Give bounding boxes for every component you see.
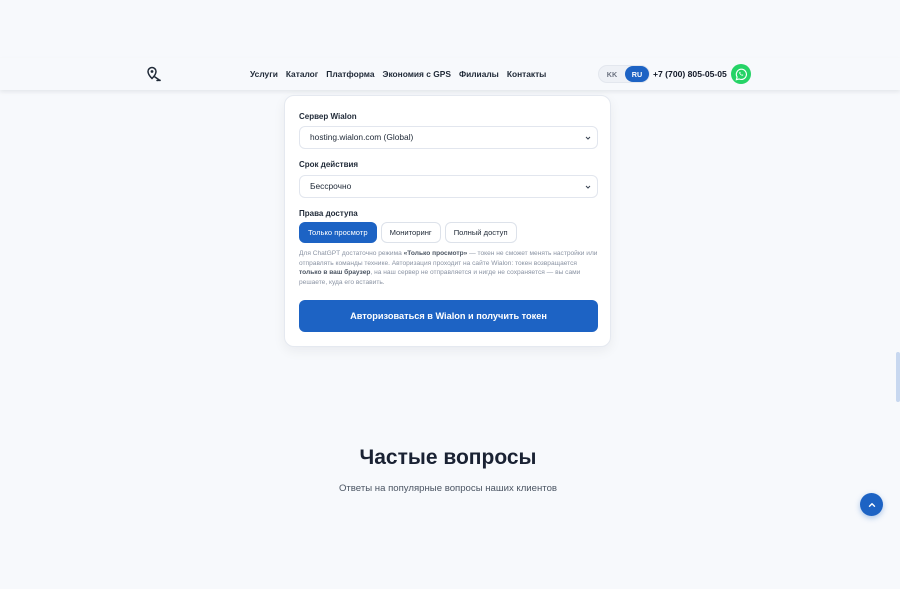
authorize-button[interactable]: Авторизоваться в Wialon и получить токен — [299, 300, 598, 332]
nav-item-catalog[interactable]: Каталог — [282, 69, 322, 79]
main-nav: Услуги Каталог Платформа Экономия с GPS … — [246, 58, 550, 90]
server-select-value: hosting.wialon.com (Global) — [310, 132, 414, 142]
note-bold: «Только просмотр» — [403, 250, 468, 257]
nav-item-contacts[interactable]: Контакты — [503, 69, 551, 79]
rights-view-only-button[interactable]: Только просмотр — [299, 222, 377, 243]
map-pin-icon[interactable] — [146, 66, 164, 82]
nav-item-platform[interactable]: Платформа — [322, 69, 378, 79]
period-select[interactable]: Бессрочно — [299, 175, 598, 198]
chevron-down-icon — [585, 185, 591, 189]
token-form-card: Сервер Wialon hosting.wialon.com (Global… — [284, 95, 611, 347]
faq-subtitle: Ответы на популярные вопросы наших клиен… — [338, 483, 558, 494]
period-select-value: Бессрочно — [310, 181, 352, 191]
phone-link[interactable]: +7 (700) 805-05-05 — [653, 58, 727, 90]
chevron-down-icon — [585, 136, 591, 140]
period-label: Срок действия — [299, 160, 359, 169]
nav-item-gps-savings[interactable]: Экономия с GPS — [378, 69, 454, 79]
rights-monitoring-button[interactable]: Мониторинг — [380, 222, 441, 243]
server-label: Сервер Wialon — [299, 112, 357, 121]
faq-title: Частые вопросы — [359, 446, 537, 469]
scroll-to-top-button[interactable] — [860, 493, 883, 516]
server-select[interactable]: hosting.wialon.com (Global) — [299, 126, 598, 149]
nav-item-branches[interactable]: Филиалы — [455, 69, 503, 79]
scrollbar-thumb[interactable] — [896, 352, 900, 402]
note-bold: только в ваш браузер — [299, 269, 371, 277]
nav-item-services[interactable]: Услуги — [246, 69, 282, 79]
language-switcher: KK RU — [598, 65, 650, 83]
site-header: Услуги Каталог Платформа Экономия с GPS … — [0, 58, 900, 90]
chevron-up-icon — [868, 502, 875, 507]
lang-kk-button[interactable]: KK — [600, 66, 624, 82]
rights-label: Права доступа — [299, 209, 358, 218]
note-text: Для ChatGPT достаточно режима — [299, 250, 404, 257]
whatsapp-icon[interactable] — [731, 64, 751, 84]
rights-options: Только просмотр Мониторинг Полный доступ — [299, 222, 517, 243]
rights-note: Для ChatGPT достаточно режима «Только пр… — [299, 249, 601, 287]
lang-ru-button[interactable]: RU — [625, 66, 649, 82]
rights-full-access-button[interactable]: Полный доступ — [444, 222, 517, 243]
